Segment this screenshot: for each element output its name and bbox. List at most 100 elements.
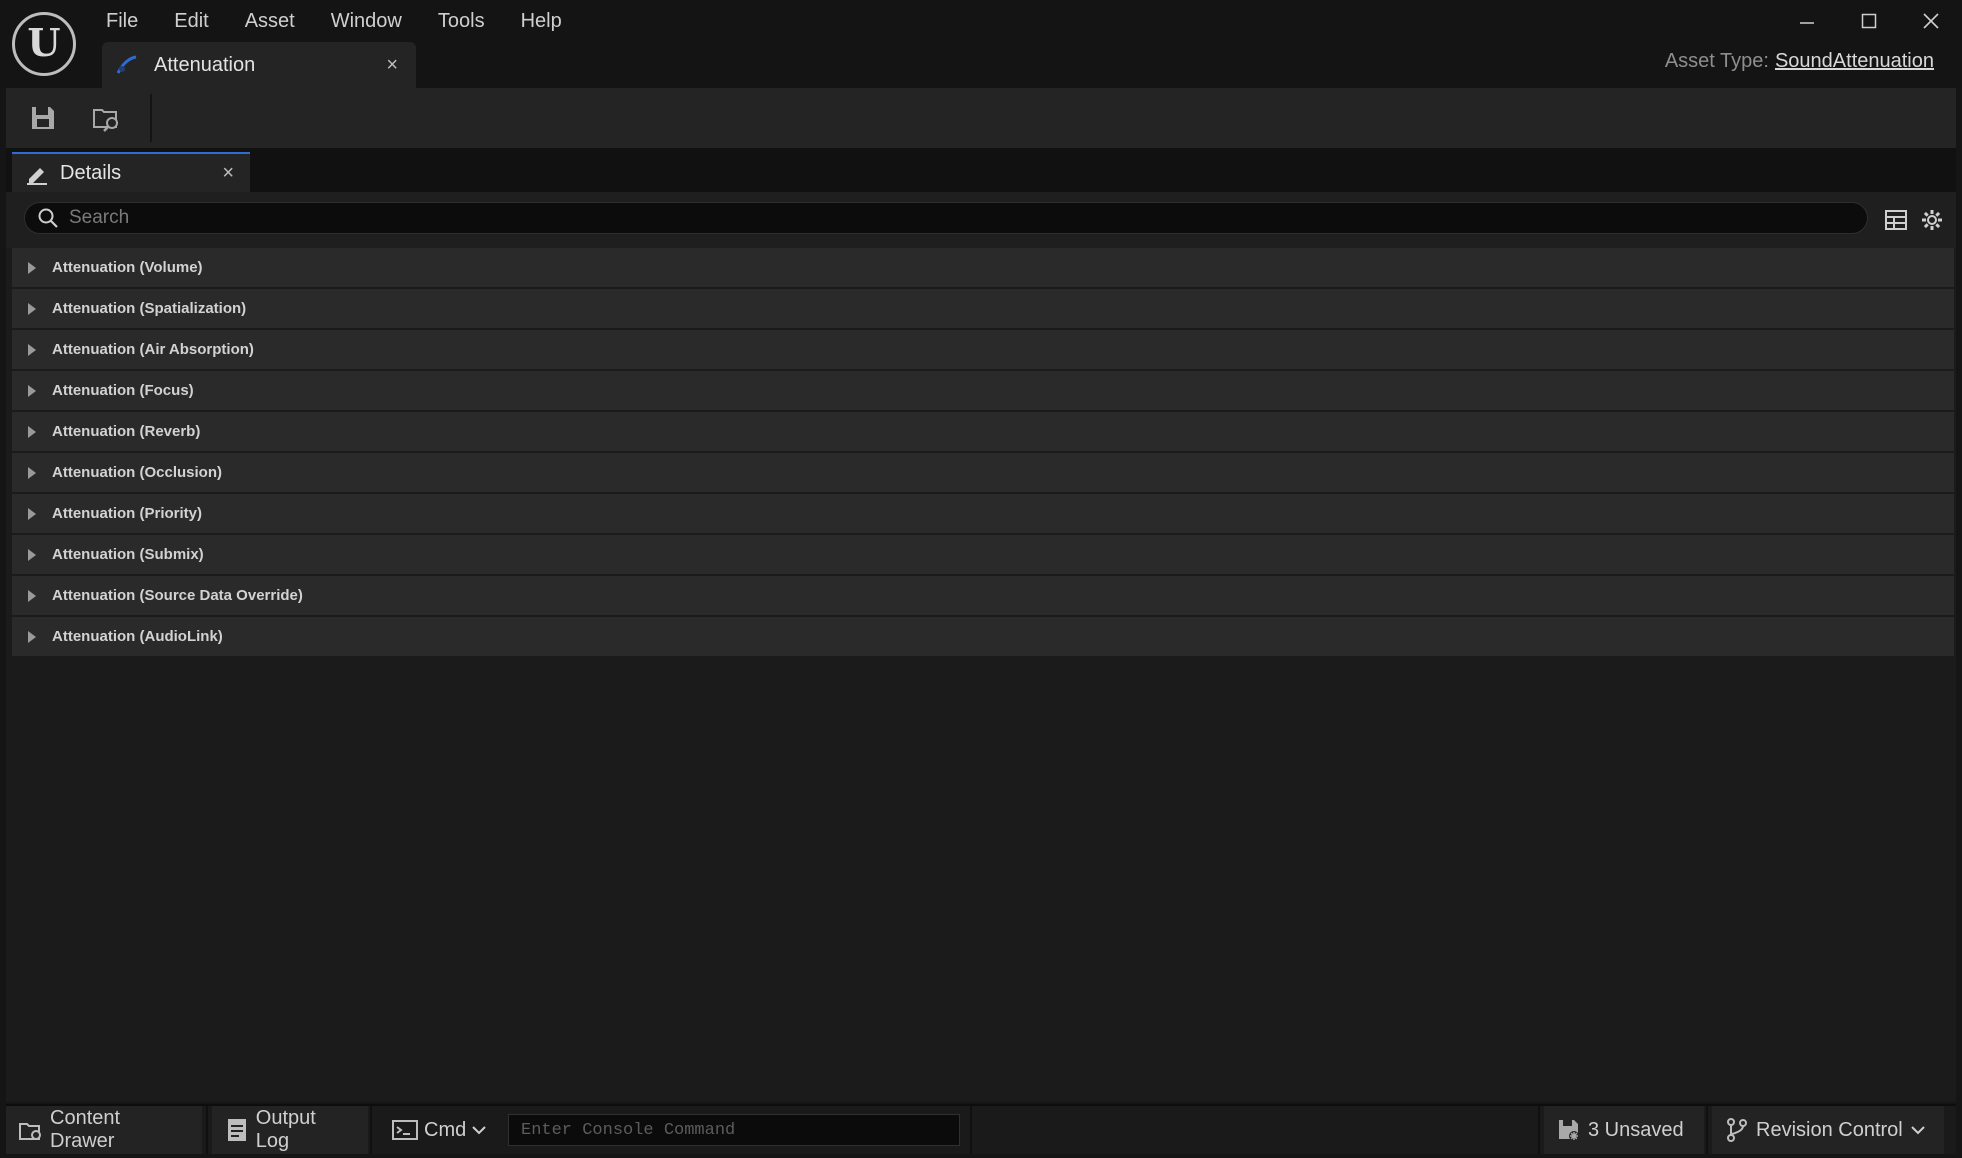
- output-log-button[interactable]: Output Log: [212, 1106, 368, 1154]
- content-drawer-icon: [18, 1117, 44, 1143]
- details-category-list: Attenuation (Volume) Attenuation (Spatia…: [12, 248, 1954, 658]
- gear-icon: [1922, 210, 1942, 230]
- details-tab-close-button[interactable]: ×: [222, 162, 234, 185]
- statusbar-separator: [206, 1106, 208, 1154]
- category-row-volume[interactable]: Attenuation (Volume): [12, 248, 1954, 289]
- expand-arrow-icon[interactable]: [28, 548, 36, 561]
- category-label: Attenuation (Volume): [52, 259, 203, 276]
- category-row-submix[interactable]: Attenuation (Submix): [12, 535, 1954, 576]
- statusbar-separator: [970, 1106, 972, 1154]
- category-row-audiolink[interactable]: Attenuation (AudioLink): [12, 617, 1954, 658]
- chevron-down-icon: [472, 1126, 486, 1135]
- search-icon: [37, 207, 59, 229]
- category-label: Attenuation (Spatialization): [52, 300, 247, 317]
- unsaved-label: 3 Unsaved: [1588, 1118, 1684, 1141]
- expand-arrow-icon[interactable]: [28, 630, 36, 643]
- category-row-air-absorption[interactable]: Attenuation (Air Absorption): [12, 330, 1954, 371]
- output-log-label: Output Log: [255, 1107, 316, 1152]
- cmd-label: Cmd: [424, 1118, 467, 1141]
- expand-arrow-icon[interactable]: [28, 261, 36, 274]
- asset-tab-attenuation[interactable]: Attenuation ×: [102, 42, 416, 88]
- menu-tools[interactable]: Tools: [420, 6, 503, 36]
- tab-details[interactable]: Details ×: [12, 152, 250, 192]
- close-icon: [1923, 13, 1939, 29]
- category-label: Attenuation (Submix): [52, 546, 204, 563]
- menu-edit[interactable]: Edit: [156, 6, 226, 36]
- category-label: Attenuation (Source Data Override): [52, 587, 303, 604]
- unsaved-button[interactable]: 3 Unsaved: [1544, 1106, 1704, 1154]
- save-button[interactable]: [22, 98, 64, 138]
- category-label: Attenuation (Priority): [52, 505, 202, 522]
- category-row-priority[interactable]: Attenuation (Priority): [12, 494, 1954, 535]
- asset-tab-close-button[interactable]: ×: [386, 54, 398, 77]
- category-row-occlusion[interactable]: Attenuation (Occlusion): [12, 453, 1954, 494]
- details-tab-label: Details: [60, 161, 122, 184]
- expand-arrow-icon[interactable]: [28, 343, 36, 356]
- expand-arrow-icon[interactable]: [28, 425, 36, 438]
- console-icon: [392, 1117, 418, 1143]
- menu-help[interactable]: Help: [503, 6, 580, 36]
- category-label: Attenuation (Focus): [52, 382, 194, 399]
- revision-control-label: Revision Control: [1756, 1118, 1903, 1141]
- category-row-reverb[interactable]: Attenuation (Reverb): [12, 412, 1954, 453]
- minimize-icon: [1800, 22, 1814, 24]
- asset-type-label: Asset Type:: [1664, 50, 1769, 72]
- chevron-down-icon: [1911, 1126, 1925, 1135]
- maximize-icon: [1861, 13, 1877, 29]
- category-label: Attenuation (Reverb): [52, 423, 201, 440]
- console-command-input[interactable]: [509, 1119, 959, 1141]
- category-label: Attenuation (Air Absorption): [52, 341, 254, 358]
- details-search-input[interactable]: [67, 206, 1867, 230]
- details-search-row: [6, 192, 1956, 248]
- expand-arrow-icon[interactable]: [28, 384, 36, 397]
- maximize-button[interactable]: [1838, 0, 1900, 42]
- close-window-button[interactable]: [1900, 0, 1962, 42]
- browse-to-asset-icon: [93, 109, 118, 132]
- category-row-spatialization[interactable]: Attenuation (Spatialization): [12, 289, 1954, 330]
- expand-arrow-icon[interactable]: [28, 302, 36, 315]
- statusbar-separator: [370, 1106, 372, 1154]
- expand-arrow-icon[interactable]: [28, 507, 36, 520]
- unsaved-files-icon: [1556, 1117, 1582, 1143]
- table-grid-icon: [1885, 210, 1907, 230]
- expand-arrow-icon[interactable]: [28, 589, 36, 602]
- details-tab-bar: Details ×: [6, 148, 1956, 192]
- content-drawer-button[interactable]: Content Drawer: [6, 1106, 202, 1154]
- console-command-field: [508, 1114, 960, 1146]
- save-icon: [32, 107, 54, 129]
- asset-toolbar: [6, 88, 1956, 148]
- details-pencil-icon: [24, 160, 50, 186]
- menu-window[interactable]: Window: [313, 6, 420, 36]
- toolbar-separator: [150, 94, 152, 142]
- details-settings-button[interactable]: [1918, 206, 1946, 234]
- details-panel: Attenuation (Volume) Attenuation (Spatia…: [6, 192, 1956, 1102]
- status-bar: Content Drawer Output Log Cmd 3 Unsave: [6, 1104, 1956, 1154]
- category-row-focus[interactable]: Attenuation (Focus): [12, 371, 1954, 412]
- asset-type-link[interactable]: SoundAttenuation: [1775, 50, 1934, 72]
- category-label: Attenuation (AudioLink): [52, 628, 223, 645]
- asset-tab-label: Attenuation: [154, 53, 256, 76]
- revision-control-button[interactable]: Revision Control: [1712, 1106, 1944, 1154]
- branch-icon: [1724, 1117, 1750, 1143]
- sound-attenuation-icon: [114, 52, 140, 78]
- statusbar-separator: [1538, 1106, 1540, 1154]
- window-controls: [1776, 0, 1962, 42]
- property-matrix-button[interactable]: [1882, 206, 1910, 234]
- category-row-source-data-override[interactable]: Attenuation (Source Data Override): [12, 576, 1954, 617]
- browse-to-asset-button[interactable]: [86, 98, 128, 138]
- menu-bar: File Edit Asset Window Tools Help: [88, 6, 580, 36]
- expand-arrow-icon[interactable]: [28, 466, 36, 479]
- editor-window: U File Edit Asset Window Tools Help Atte…: [0, 0, 1962, 1158]
- category-label: Attenuation (Occlusion): [52, 464, 222, 481]
- details-search-box: [24, 202, 1868, 234]
- cmd-dropdown[interactable]: Cmd: [380, 1106, 500, 1154]
- title-bar: U File Edit Asset Window Tools Help Atte…: [0, 0, 1962, 88]
- statusbar-separator: [1706, 1106, 1708, 1154]
- menu-asset[interactable]: Asset: [227, 6, 313, 36]
- unreal-logo-icon[interactable]: U: [12, 12, 76, 76]
- output-log-icon: [224, 1117, 250, 1143]
- minimize-button[interactable]: [1776, 0, 1838, 42]
- asset-type-info: Asset Type: SoundAttenuation: [1665, 50, 1934, 73]
- menu-file[interactable]: File: [88, 6, 156, 36]
- content-drawer-label: Content Drawer: [50, 1107, 121, 1152]
